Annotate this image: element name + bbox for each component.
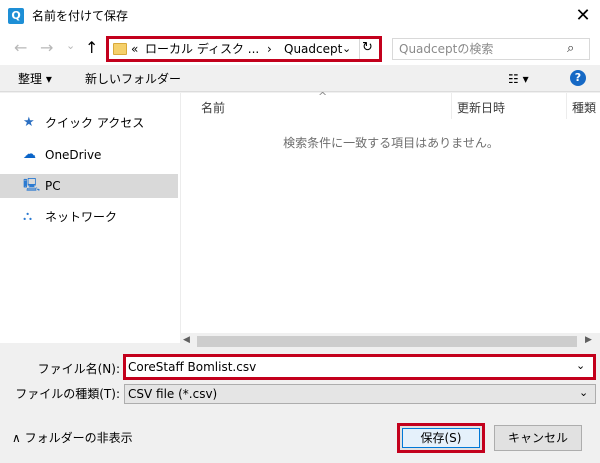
sidebar-item-label: クイック アクセス <box>45 116 145 130</box>
recent-locations-chevron-icon[interactable]: ⌄ <box>66 38 75 54</box>
help-icon[interactable]: ? <box>570 70 586 86</box>
sidebar-item-quick-access[interactable]: ★ クイック アクセス <box>0 111 178 135</box>
column-header-type[interactable]: 種類 <box>572 100 596 116</box>
navigation-bar: ← → ⌄ ↑ « ローカル ディスク ... › Quadcept ⌄ ↻ Q… <box>0 33 600 65</box>
app-icon: Q <box>8 8 24 24</box>
refresh-icon[interactable]: ↻ <box>362 40 373 56</box>
horizontal-scrollbar[interactable]: ◀ ▶ <box>180 333 600 350</box>
command-toolbar: 整理 ▾ 新しいフォルダー ☷ ▾ ? <box>0 65 600 92</box>
save-form: ファイル名(N): ⌄ ファイルの種類(T): CSV file (*.csv)… <box>0 350 600 463</box>
breadcrumb-local-disk[interactable]: ローカル ディスク ... <box>145 41 259 57</box>
hide-folders-toggle[interactable]: ∧ フォルダーの非表示 <box>12 430 133 446</box>
sidebar-item-label: ネットワーク <box>45 210 118 224</box>
column-header-name[interactable]: 名前 <box>201 100 225 116</box>
window-title: 名前を付けて保存 <box>32 9 129 23</box>
filetype-select[interactable]: CSV file (*.csv) ⌄ <box>124 384 596 404</box>
back-arrow-icon[interactable]: ← <box>14 40 27 56</box>
filetype-value: CSV file (*.csv) <box>128 387 218 401</box>
filename-dropdown-icon[interactable]: ⌄ <box>576 359 585 372</box>
filename-input[interactable] <box>128 358 568 376</box>
scroll-left-icon[interactable]: ◀ <box>183 335 190 345</box>
address-bar[interactable]: « ローカル ディスク ... › Quadcept ⌄ ↻ <box>106 36 382 62</box>
scroll-right-icon[interactable]: ▶ <box>585 335 592 345</box>
breadcrumb-overflow[interactable]: « <box>131 41 138 57</box>
column-divider <box>451 93 452 119</box>
sort-ascending-icon: ^ <box>318 90 328 103</box>
up-arrow-icon[interactable]: ↑ <box>85 40 98 56</box>
close-button[interactable]: ✕ <box>566 0 600 33</box>
sidebar-item-pc[interactable]: 🖳 PC <box>0 174 178 198</box>
cancel-button[interactable]: キャンセル <box>494 425 582 451</box>
scroll-thumb[interactable] <box>197 336 577 347</box>
filetype-label: ファイルの種類(T): <box>15 387 120 401</box>
sidebar-item-label: PC <box>45 179 61 193</box>
sidebar-item-network[interactable]: ⛬ ネットワーク <box>0 205 178 229</box>
network-icon: ⛬ <box>23 209 33 224</box>
sidebar-item-onedrive[interactable]: ☁ OneDrive <box>0 143 178 167</box>
star-icon: ★ <box>23 115 35 130</box>
organize-button[interactable]: 整理 ▾ <box>18 71 52 87</box>
search-icon[interactable]: ⌕ <box>567 41 574 57</box>
view-options-button[interactable]: ☷ ▾ <box>508 71 529 87</box>
address-divider <box>359 39 360 59</box>
breadcrumb-quadcept[interactable]: Quadcept <box>284 41 342 57</box>
filename-field[interactable]: ⌄ <box>123 354 596 380</box>
save-button[interactable]: 保存(S) <box>402 428 480 448</box>
filetype-dropdown-icon[interactable]: ⌄ <box>579 386 588 399</box>
title-bar: Q 名前を付けて保存 ✕ <box>0 0 600 33</box>
new-folder-button[interactable]: 新しいフォルダー <box>85 71 181 87</box>
column-header-modified[interactable]: 更新日時 <box>457 100 505 116</box>
forward-arrow-icon[interactable]: → <box>40 40 53 56</box>
cloud-icon: ☁ <box>23 147 36 162</box>
save-button-highlight: 保存(S) <box>397 423 485 453</box>
navigation-pane: ★ クイック アクセス ☁ OneDrive 🖳 PC ⛬ ネットワーク <box>0 93 180 343</box>
search-input[interactable]: Quadceptの検索 ⌕ <box>392 38 590 60</box>
save-as-dialog: Q 名前を付けて保存 ✕ ← → ⌄ ↑ « ローカル ディスク ... › Q… <box>0 0 600 463</box>
sidebar-item-label: OneDrive <box>45 148 102 162</box>
folder-icon <box>113 43 127 55</box>
empty-folder-message: 検索条件に一致する項目はありません。 <box>283 136 499 150</box>
breadcrumb-separator-icon: › <box>267 42 272 56</box>
filename-label: ファイル名(N): <box>37 362 120 376</box>
file-list: ^ 名前 更新日時 種類 検索条件に一致する項目はありません。 <box>180 90 600 333</box>
address-dropdown-icon[interactable]: ⌄ <box>342 41 351 57</box>
search-placeholder: Quadceptの検索 <box>399 42 494 56</box>
column-divider <box>566 93 567 119</box>
computer-icon: 🖳 <box>23 178 41 193</box>
